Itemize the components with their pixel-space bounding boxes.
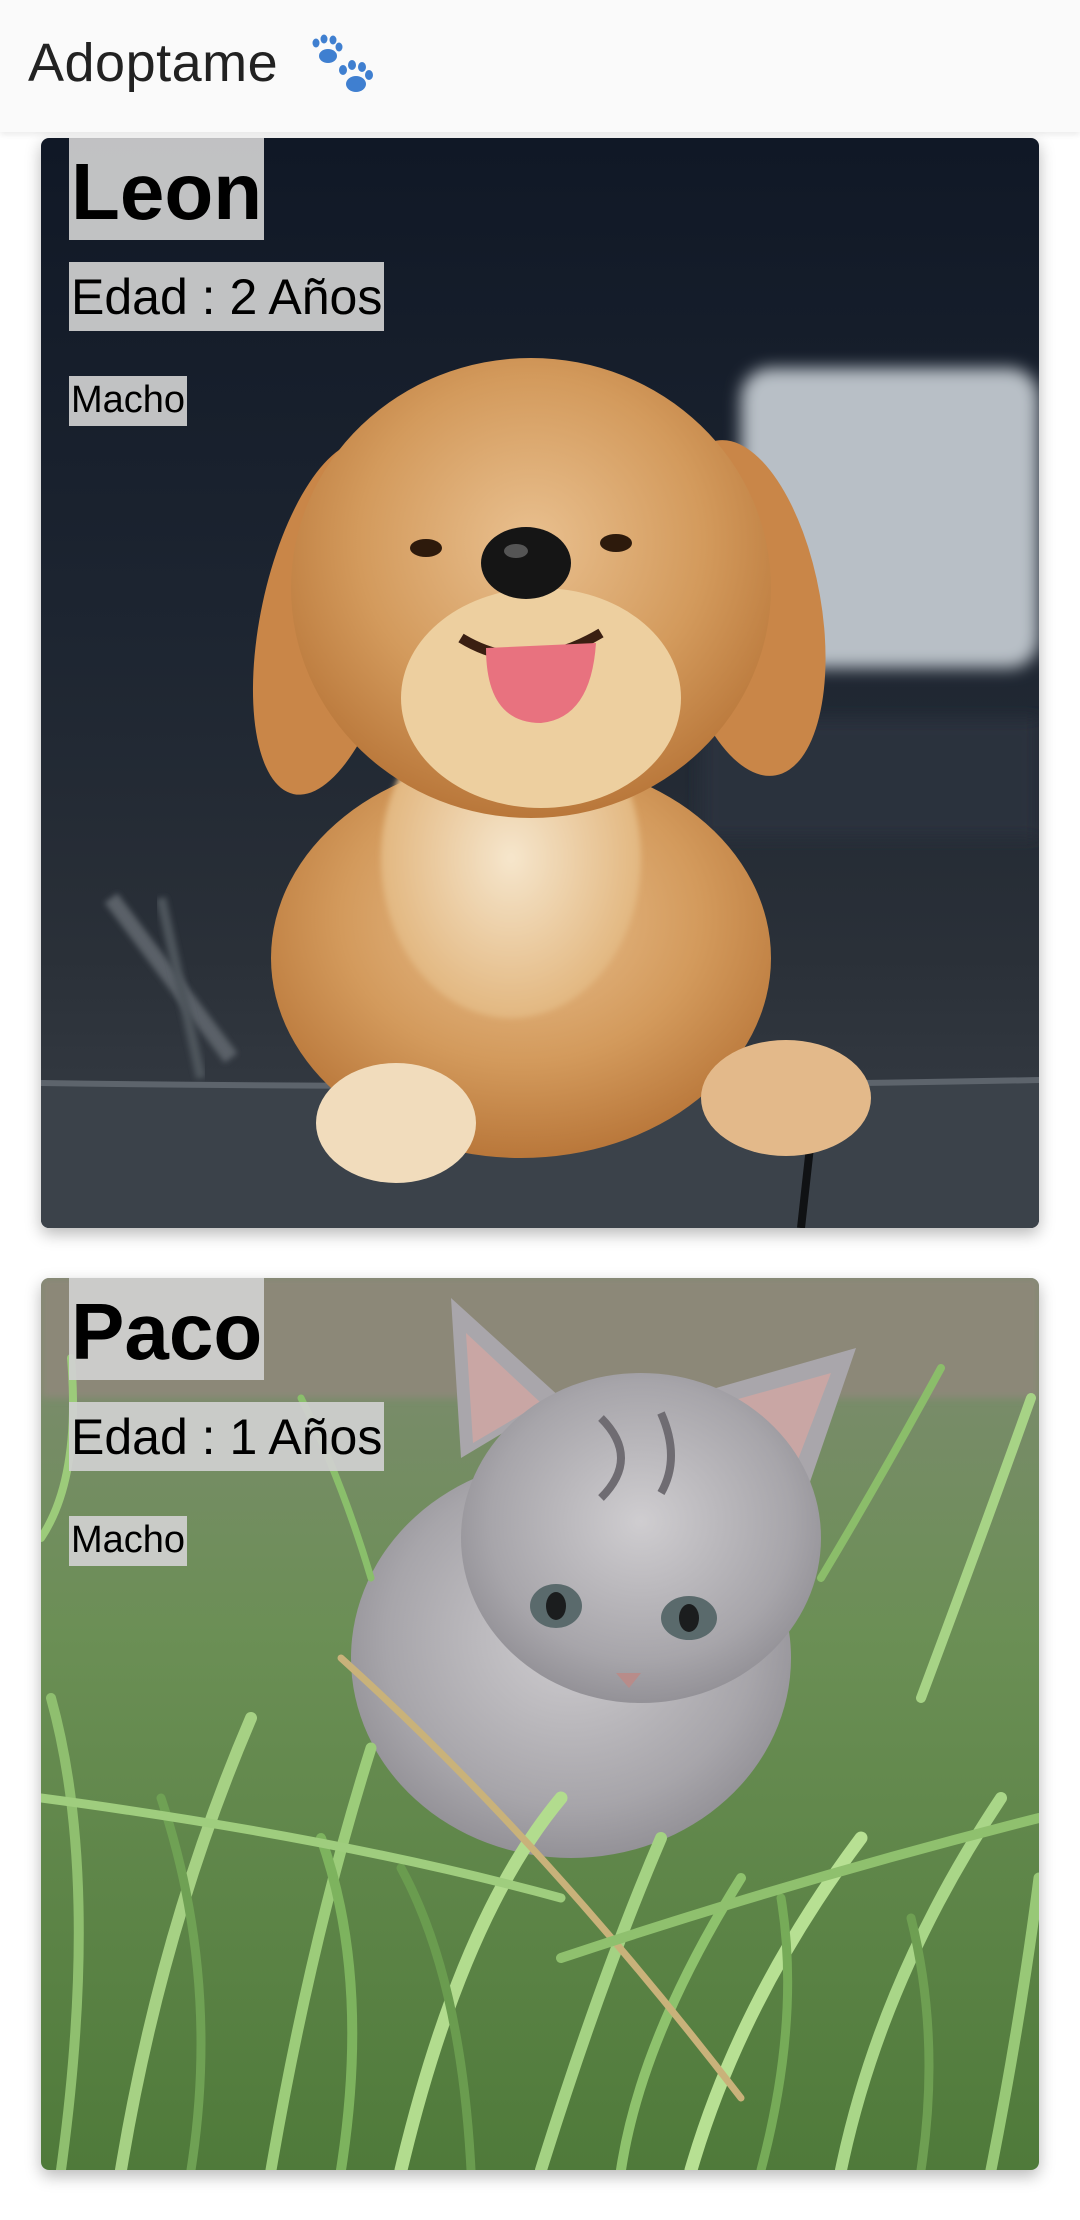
app-bar: Adoptame xyxy=(0,0,1080,132)
pet-sex: Macho xyxy=(69,376,188,426)
pet-age: Edad : 1 Años xyxy=(69,1402,385,1471)
pet-card-paco[interactable]: Paco Edad : 1 Años Macho xyxy=(41,1278,1039,2170)
pet-name: Paco xyxy=(69,1278,265,1380)
pet-age: Edad : 2 Años xyxy=(69,262,385,331)
pet-card-leon[interactable]: Leon Edad : 2 Años Macho xyxy=(41,138,1039,1228)
pet-name: Leon xyxy=(69,138,265,240)
pet-feed[interactable]: Leon Edad : 2 Años Macho Paco Edad: 1 A… xyxy=(0,132,1080,2220)
pet-sex: Macho xyxy=(69,1516,188,1566)
app-title: Adoptame xyxy=(28,33,279,93)
paw-prints-icon xyxy=(312,34,373,92)
